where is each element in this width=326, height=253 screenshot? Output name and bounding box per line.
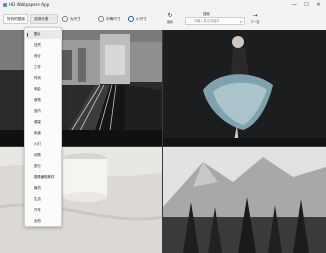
category-dropdown-menu: 图片 自然 商业 工作 时尚 电影 食物 室内 健康 街道 人们 动物 旅行 图…	[24, 27, 62, 227]
menu-item[interactable]: 健康	[26, 118, 62, 127]
chevron-up-icon: ⌃	[52, 17, 55, 21]
menu-item[interactable]: 自然	[26, 41, 62, 50]
refresh-button[interactable]: ↻ 刷新	[163, 12, 177, 28]
menu-item[interactable]: 动物	[26, 151, 62, 160]
menu-item[interactable]: 食物	[26, 96, 62, 105]
wallpaper-thumbnail[interactable]	[163, 30, 326, 146]
search-placeholder: 请输入英文关键字	[194, 19, 220, 23]
size-radio-small[interactable]: 小尺寸	[128, 15, 158, 23]
maximize-button[interactable]: ☐	[302, 1, 311, 9]
menu-item[interactable]: 图片	[26, 30, 62, 39]
menu-item[interactable]: 太阳	[26, 217, 62, 226]
close-button[interactable]: ✕	[314, 1, 323, 9]
menu-item[interactable]: 旅行	[26, 162, 62, 171]
radio-circle	[128, 16, 134, 22]
next-page-label: 下一页	[250, 20, 260, 24]
app-window: HD Wallpapers App — ☐ ✕ 所有的壁纸 ⌄ 选择分类 ⌃ 大…	[0, 0, 326, 253]
next-page-button[interactable]: → 下一页	[248, 12, 262, 28]
minimize-button[interactable]: —	[290, 1, 299, 9]
menu-item[interactable]: 街道	[26, 129, 62, 138]
refresh-label: 刷新	[166, 20, 173, 24]
size-radio-label: 大尺寸	[70, 17, 81, 21]
menu-item[interactable]: 电影	[26, 85, 62, 94]
source-combo[interactable]: 所有的壁纸 ⌄	[3, 14, 28, 24]
size-radio-large[interactable]: 大尺寸	[62, 15, 97, 23]
window-title: HD Wallpapers App	[9, 2, 50, 7]
menu-item[interactable]: 图像编辑素材	[26, 173, 62, 182]
size-radio-label: 小尺寸	[136, 17, 147, 21]
menu-item[interactable]: 商业	[26, 52, 62, 61]
arrow-right-icon: →	[252, 12, 258, 19]
search-input[interactable]: 请输入英文关键字 ⌕	[185, 17, 245, 25]
category-combo[interactable]: 选择分类 ⌃	[30, 14, 58, 24]
menu-item[interactable]: 最热	[26, 184, 62, 193]
refresh-icon: ↻	[167, 12, 173, 19]
chevron-down-icon: ⌄	[22, 17, 25, 21]
app-icon	[3, 3, 7, 7]
menu-item[interactable]: 人们	[26, 140, 62, 149]
forest-mountain-image	[163, 147, 326, 253]
size-radio-label: 中等尺寸	[106, 17, 121, 21]
dancer-image	[163, 30, 326, 146]
menu-item[interactable]: 室内	[26, 107, 62, 116]
menu-item[interactable]: 工作	[26, 63, 62, 72]
menu-item[interactable]: 时尚	[26, 74, 62, 83]
wallpaper-thumbnail[interactable]	[163, 147, 326, 253]
category-combo-value: 选择分类	[34, 17, 49, 21]
radio-circle	[62, 16, 68, 22]
menu-item[interactable]: 生活	[26, 195, 62, 204]
search-icon[interactable]: ⌕	[240, 18, 242, 24]
menu-item[interactable]: 汽车	[26, 206, 62, 215]
title-bar: HD Wallpapers App — ☐ ✕	[0, 0, 326, 10]
radio-circle	[98, 16, 104, 22]
